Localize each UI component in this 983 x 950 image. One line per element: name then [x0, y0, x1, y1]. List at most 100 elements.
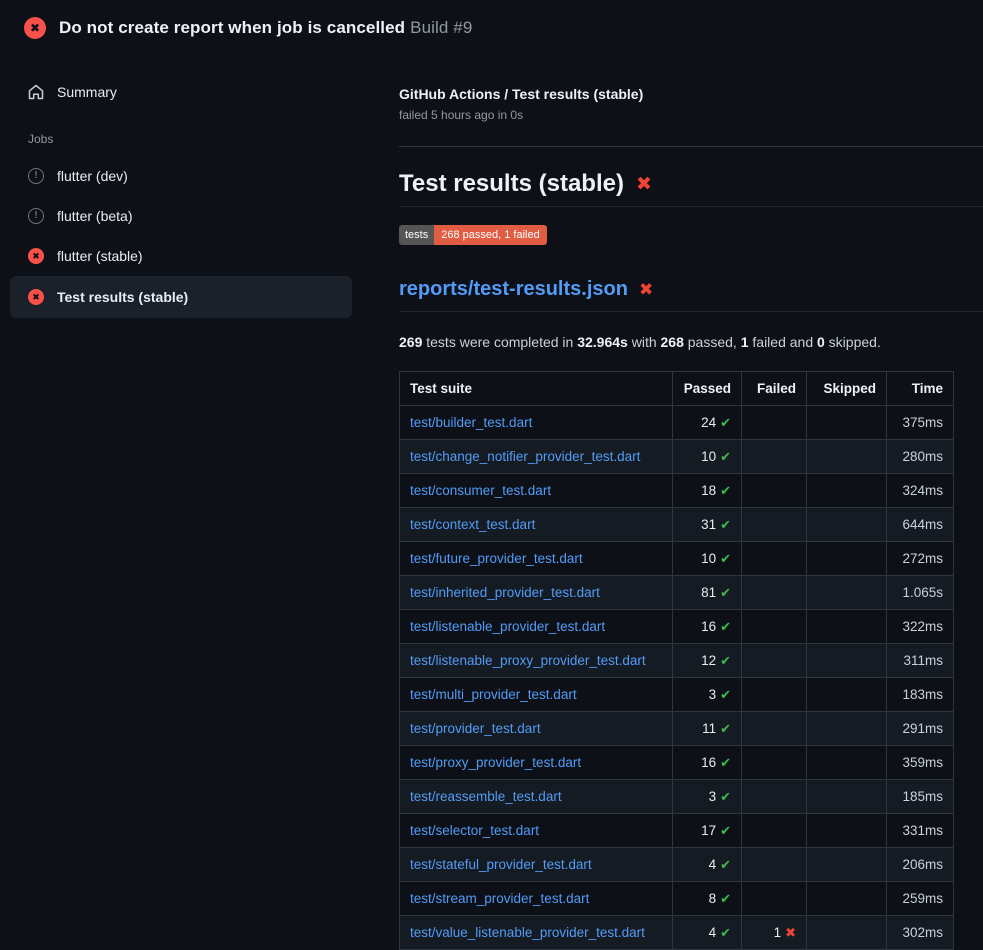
suite-link[interactable]: test/multi_provider_test.dart	[410, 687, 577, 702]
passed-cell: 4✔	[673, 916, 742, 950]
suite-link[interactable]: test/change_notifier_provider_test.dart	[410, 449, 640, 464]
failed-cell	[742, 440, 807, 474]
passed-cell: 4✔	[673, 848, 742, 882]
results-table: Test suitePassedFailedSkippedTime test/b…	[399, 371, 954, 950]
column-header: Failed	[742, 372, 807, 406]
time-cell: 331ms	[887, 814, 954, 848]
passed-cell: 3✔	[673, 678, 742, 712]
skipped-cell	[807, 814, 887, 848]
count-value: 8	[709, 891, 717, 906]
time-cell: 324ms	[887, 474, 954, 508]
suite-cell: test/change_notifier_provider_test.dart	[400, 440, 673, 474]
suite-link[interactable]: test/reassemble_test.dart	[410, 789, 562, 804]
check-icon: ✔	[720, 449, 731, 464]
passed-cell: 18✔	[673, 474, 742, 508]
count-value: 18	[701, 483, 716, 498]
failed-cell	[742, 746, 807, 780]
suite-link[interactable]: test/selector_test.dart	[410, 823, 539, 838]
summary-text-part: failed and	[749, 334, 818, 350]
suite-link[interactable]: test/context_test.dart	[410, 517, 535, 532]
failed-cell	[742, 474, 807, 508]
skipped-cell	[807, 746, 887, 780]
summary-line: 269 tests were completed in 32.964s with…	[399, 334, 983, 350]
breadcrumb: GitHub Actions / Test results (stable)	[399, 86, 983, 102]
sidebar-item[interactable]: ✖flutter (stable)	[10, 236, 352, 276]
alert-circle-icon: !	[28, 168, 44, 184]
section-title: Test results (stable)✖	[399, 170, 983, 207]
suite-link[interactable]: test/inherited_provider_test.dart	[410, 585, 600, 600]
summary-text-part: 0	[817, 334, 825, 350]
skipped-cell	[807, 644, 887, 678]
passed-cell: 16✔	[673, 610, 742, 644]
sidebar-item[interactable]: ✖Test results (stable)	[10, 276, 352, 318]
count-value: 4	[709, 925, 717, 940]
suite-cell: test/consumer_test.dart	[400, 474, 673, 508]
sidebar-item[interactable]: !flutter (dev)	[10, 156, 352, 196]
failed-cell	[742, 542, 807, 576]
sidebar-item-label: flutter (stable)	[57, 248, 143, 264]
suite-link[interactable]: test/listenable_provider_test.dart	[410, 619, 605, 634]
column-header: Skipped	[807, 372, 887, 406]
count-value: 4	[709, 857, 717, 872]
skipped-cell	[807, 678, 887, 712]
suite-cell: test/value_listenable_provider_test.dart	[400, 916, 673, 950]
home-icon	[28, 84, 44, 100]
count-value: 16	[701, 755, 716, 770]
suite-cell: test/stateful_provider_test.dart	[400, 848, 673, 882]
suite-link[interactable]: test/stream_provider_test.dart	[410, 891, 589, 906]
time-cell: 375ms	[887, 406, 954, 440]
skipped-cell	[807, 474, 887, 508]
table-row: test/multi_provider_test.dart3✔183ms	[400, 678, 954, 712]
passed-cell: 10✔	[673, 542, 742, 576]
count-value: 11	[702, 721, 716, 736]
suite-link[interactable]: test/future_provider_test.dart	[410, 551, 583, 566]
skipped-cell	[807, 712, 887, 746]
sidebar-jobs-list: !flutter (dev)!flutter (beta)✖flutter (s…	[10, 156, 352, 318]
check-icon: ✔	[720, 823, 731, 838]
sidebar: Summary Jobs !flutter (dev)!flutter (bet…	[10, 72, 352, 318]
time-cell: 359ms	[887, 746, 954, 780]
skipped-cell	[807, 406, 887, 440]
suite-link[interactable]: test/provider_test.dart	[410, 721, 541, 736]
count-value: 24	[701, 415, 716, 430]
check-icon: ✔	[720, 687, 731, 702]
skipped-cell	[807, 508, 887, 542]
skipped-cell	[807, 542, 887, 576]
failed-cell	[742, 882, 807, 916]
time-cell: 259ms	[887, 882, 954, 916]
x-icon: ✖	[636, 175, 652, 194]
skipped-cell	[807, 610, 887, 644]
summary-text-part: 268	[661, 334, 684, 350]
time-cell: 644ms	[887, 508, 954, 542]
table-row: test/reassemble_test.dart3✔185ms	[400, 780, 954, 814]
passed-cell: 17✔	[673, 814, 742, 848]
summary-text-part: 269	[399, 334, 422, 350]
run-meta-text: failed 5 hours ago in 0s	[399, 108, 983, 122]
time-cell: 206ms	[887, 848, 954, 882]
sidebar-item-summary[interactable]: Summary	[10, 72, 352, 112]
suite-link[interactable]: test/consumer_test.dart	[410, 483, 551, 498]
count-value: 31	[701, 517, 716, 532]
check-icon: ✔	[720, 619, 731, 634]
failed-cell	[742, 848, 807, 882]
page-title: Do not create report when job is cancell…	[59, 18, 472, 38]
suite-link[interactable]: test/listenable_proxy_provider_test.dart	[410, 653, 646, 668]
check-icon: ✔	[720, 415, 731, 430]
failed-cell	[742, 712, 807, 746]
table-row: test/stateful_provider_test.dart 4✔ 206ms	[400, 848, 954, 882]
build-number: Build #9	[410, 18, 472, 37]
suite-link[interactable]: test/proxy_provider_test.dart	[410, 755, 581, 770]
table-row: test/consumer_test.dart 18✔ 324ms	[400, 474, 954, 508]
count-value: 10	[701, 551, 716, 566]
suite-link[interactable]: test/builder_test.dart	[410, 415, 532, 430]
passed-cell: 24 ✔	[673, 406, 742, 440]
time-cell: 1.065s	[887, 576, 954, 610]
suite-cell: test/reassemble_test.dart	[400, 780, 673, 814]
column-header: Time	[887, 372, 954, 406]
time-cell: 291ms	[887, 712, 954, 746]
report-file-link[interactable]: reports/test-results.json	[399, 278, 628, 301]
suite-link[interactable]: test/stateful_provider_test.dart	[410, 857, 592, 872]
suite-link[interactable]: test/value_listenable_provider_test.dart	[410, 925, 645, 940]
table-row: test/change_notifier_provider_test.dart1…	[400, 440, 954, 474]
sidebar-item[interactable]: !flutter (beta)	[10, 196, 352, 236]
